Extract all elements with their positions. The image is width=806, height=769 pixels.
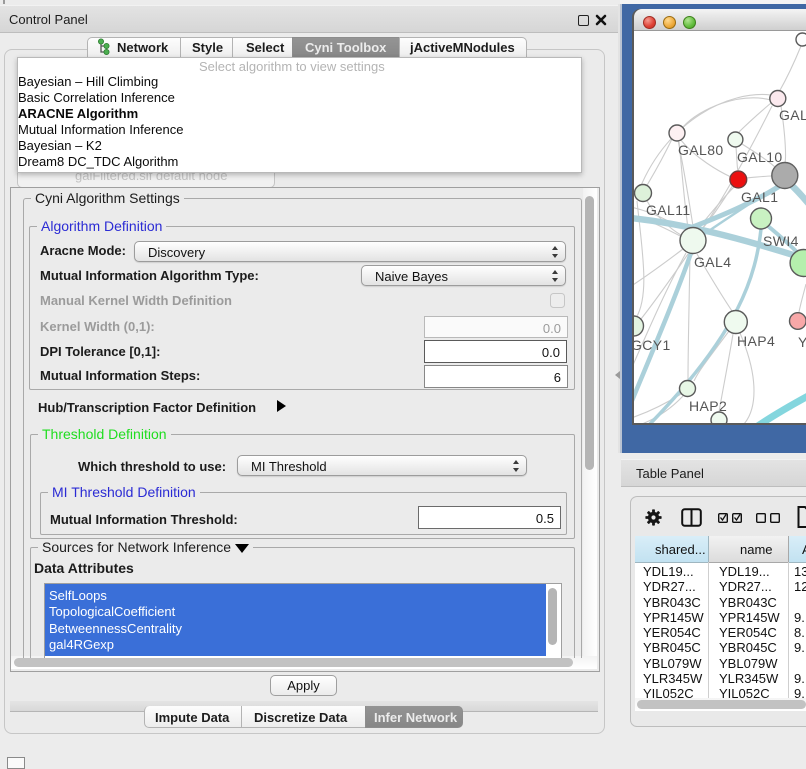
svg-text:HAP4: HAP4 — [737, 333, 775, 349]
svg-text:SWI4: SWI4 — [763, 233, 799, 249]
svg-text:GAL10: GAL10 — [737, 149, 783, 165]
svg-text:GAL1: GAL1 — [741, 189, 778, 205]
svg-text:Y: Y — [798, 334, 806, 350]
svg-text:GAL11: GAL11 — [646, 202, 691, 218]
svg-text:GCY1: GCY1 — [634, 337, 671, 353]
svg-text:GAL7: GAL7 — [779, 107, 806, 123]
svg-text:GAL80: GAL80 — [678, 142, 724, 158]
svg-text:GAL4: GAL4 — [694, 254, 731, 270]
svg-text:HAP2: HAP2 — [689, 398, 727, 414]
